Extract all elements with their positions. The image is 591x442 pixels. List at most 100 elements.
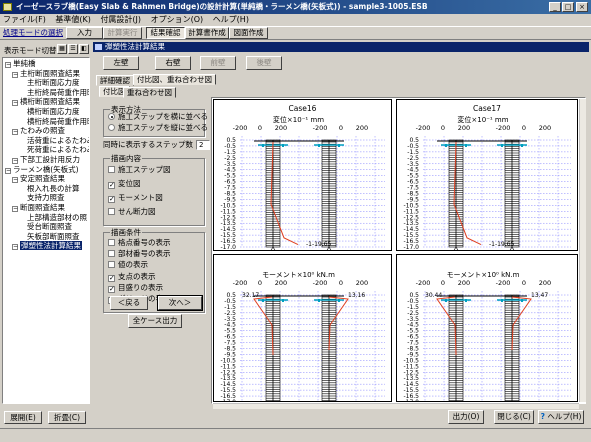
collapse-button[interactable]: 折畳(C) [48, 411, 86, 424]
menu-file[interactable]: ファイル(F) [3, 15, 46, 24]
all-cases-output-button[interactable]: 全ケース出力 [128, 314, 182, 328]
tree-item[interactable]: 死荷重によるたわみ [5, 145, 89, 155]
y-tick-label: -17.0 [403, 399, 419, 401]
tree-item[interactable]: − たわみの照査 [5, 126, 88, 136]
close-button[interactable]: 閉じる(C) [494, 410, 534, 424]
tree-item[interactable]: − 安定照査結果 [5, 174, 88, 184]
control-panel: 表示方法 施工ステップを横に並べる 施工ステップを縦に並べる 同時に表示するステ… [102, 98, 210, 408]
checkbox-icon[interactable] [108, 250, 115, 258]
x-tick-label: 0 [522, 124, 526, 132]
back-wall-button[interactable]: 後壁 [246, 56, 282, 70]
radio-horizontal[interactable]: 施工ステップを横に並べる [108, 111, 208, 122]
checkbox-row[interactable]: ✓ 変位図 [108, 178, 141, 189]
help-button[interactable]: ? ヘルプ(H) [538, 410, 584, 424]
tree-item[interactable]: − 横桁断面照査結果 [5, 97, 88, 107]
subtab-overlay[interactable]: 重ね合わせ図 [123, 87, 176, 98]
checkbox-row[interactable]: ✓ モーメント図 [108, 192, 163, 203]
tree-item[interactable]: 横桁断面応力度 [5, 107, 88, 117]
horizontal-scrollbar[interactable] [213, 403, 579, 409]
support-marker [318, 299, 320, 302]
checkbox-icon[interactable]: ✓ [108, 196, 115, 203]
window-title: イーゼースラブ橋(Easy Slab & Rahmen Bridge)の設計計算… [16, 2, 428, 11]
support-marker [445, 299, 447, 302]
checkbox-icon[interactable]: ✓ [108, 274, 115, 282]
menu-options[interactable]: オプション(O) [151, 15, 204, 24]
tree-expander-icon[interactable]: − [12, 100, 18, 107]
support-marker [521, 299, 523, 302]
radio-icon-vertical[interactable] [108, 124, 115, 131]
tree-item[interactable]: − 断面照査結果 [5, 203, 88, 213]
checkbox-icon[interactable] [108, 261, 115, 269]
tree-item[interactable]: 活荷重によるたわみ [5, 136, 89, 146]
tree-expander-icon[interactable]: − [12, 244, 18, 251]
tab-input[interactable]: 入力 [66, 27, 103, 39]
tree-item[interactable]: − 主桁断面照査結果 [5, 69, 88, 79]
front-wall-button[interactable]: 前壁 [200, 56, 236, 70]
tab-run-calculation[interactable]: 計算実行 [103, 27, 142, 39]
tree-item[interactable]: 主桁終局荷重作用時 [5, 88, 89, 98]
tree-expander-icon[interactable]: − [12, 177, 18, 184]
tree-leaf-icon [19, 223, 25, 229]
list-view-icon[interactable]: ☰ [68, 44, 78, 54]
pile-wall [497, 139, 527, 250]
tree-item[interactable]: 上部構造部材の照 [5, 213, 88, 223]
checkbox-row[interactable]: せん断力図 [108, 206, 156, 217]
tab-comparison-overlay[interactable]: 付比図、重ね合わせ図 [133, 74, 216, 85]
vertical-scrollbar[interactable] [579, 99, 586, 402]
detail-view-icon[interactable]: ◧ [79, 44, 89, 54]
minimize-button[interactable]: _ [549, 2, 561, 12]
tree-item[interactable]: − 下部工設計用反力 [5, 155, 88, 165]
tab-result-check[interactable]: 結果確認 [146, 27, 185, 39]
tab-drawing-creation[interactable]: 図面作成 [229, 27, 268, 39]
tree-expander-icon[interactable]: − [5, 62, 11, 68]
tree-item[interactable]: − 単純橋 [5, 59, 88, 69]
tree-expander-icon[interactable]: − [5, 167, 11, 174]
tree-leaf-icon [19, 108, 25, 114]
checkbox-row[interactable]: 部材番号の表示 [108, 248, 171, 259]
maximize-button[interactable]: □ [562, 2, 574, 12]
menu-help[interactable]: ヘルプ(H) [213, 15, 249, 24]
tree-item[interactable]: 横桁終局荷重作用時 [5, 117, 89, 127]
checkbox-icon[interactable]: ✓ [108, 182, 115, 189]
tree-expander-icon[interactable]: − [12, 129, 18, 136]
checkbox-icon[interactable] [108, 166, 115, 173]
x-tick-label: 200 [356, 279, 368, 287]
tree-item[interactable]: 支持力照査 [5, 193, 88, 203]
tab-detail-check[interactable]: 詳細確認 [96, 75, 134, 86]
checkbox-row[interactable]: 格点番号の表示 [108, 237, 171, 248]
checkbox-row[interactable]: ✓ 支点の表示 [108, 271, 156, 282]
checkbox-row[interactable]: 施工ステップ図 [108, 164, 171, 175]
tree-expander-icon[interactable]: − [12, 205, 18, 212]
tree-item[interactable]: − 弾塑性法計算結果 [5, 241, 88, 251]
tree-item[interactable]: 主桁断面応力度 [5, 78, 88, 88]
tree-item[interactable]: 矢板部断面照査 [5, 232, 88, 242]
tree-item[interactable]: − ラーメン橋(矢板式) [5, 165, 88, 175]
tree-expander-icon[interactable]: − [12, 71, 18, 78]
left-wall-button[interactable]: 左壁 [103, 56, 139, 70]
checkbox-icon[interactable]: ✓ [108, 285, 115, 293]
menu-standard-values[interactable]: 基準値(K) [55, 15, 91, 24]
checkbox-row[interactable]: ✓ 目盛りの表示 [108, 282, 163, 293]
x-tick-label: 200 [356, 124, 368, 132]
next-button[interactable]: 次へ＞ [157, 295, 203, 311]
tree-item[interactable]: 受台断面照査 [5, 222, 88, 232]
checkbox-icon[interactable] [108, 239, 115, 246]
right-wall-button[interactable]: 右壁 [155, 56, 191, 70]
tab-report-creation[interactable]: 計算書作成 [185, 27, 229, 39]
tree-view-icon[interactable]: ▦ [57, 44, 67, 54]
radio-icon-horizontal[interactable] [108, 113, 115, 120]
checkbox-icon[interactable] [108, 208, 115, 215]
tree-item[interactable]: 根入れ長の計算 [5, 184, 88, 194]
annotation-label: 13.16 [348, 292, 365, 299]
back-button[interactable]: ＜戻る [110, 296, 148, 310]
menu-attached-design[interactable]: 付属設計(J) [100, 15, 141, 24]
checkbox-row[interactable]: 値の表示 [108, 259, 148, 270]
steps-count-input[interactable]: 2 [196, 140, 210, 150]
expand-button[interactable]: 展開(E) [4, 411, 42, 424]
menu-bar: ファイル(F) 基準値(K) 付属設計(J) オプション(O) ヘルプ(H) [0, 14, 591, 26]
radio-vertical[interactable]: 施工ステップを縦に並べる [108, 122, 208, 133]
output-button[interactable]: 出力(O) [448, 410, 484, 424]
x-tick-label: 0 [339, 279, 343, 287]
close-window-button[interactable]: × [576, 2, 588, 12]
tree-expander-icon[interactable]: − [12, 157, 18, 164]
